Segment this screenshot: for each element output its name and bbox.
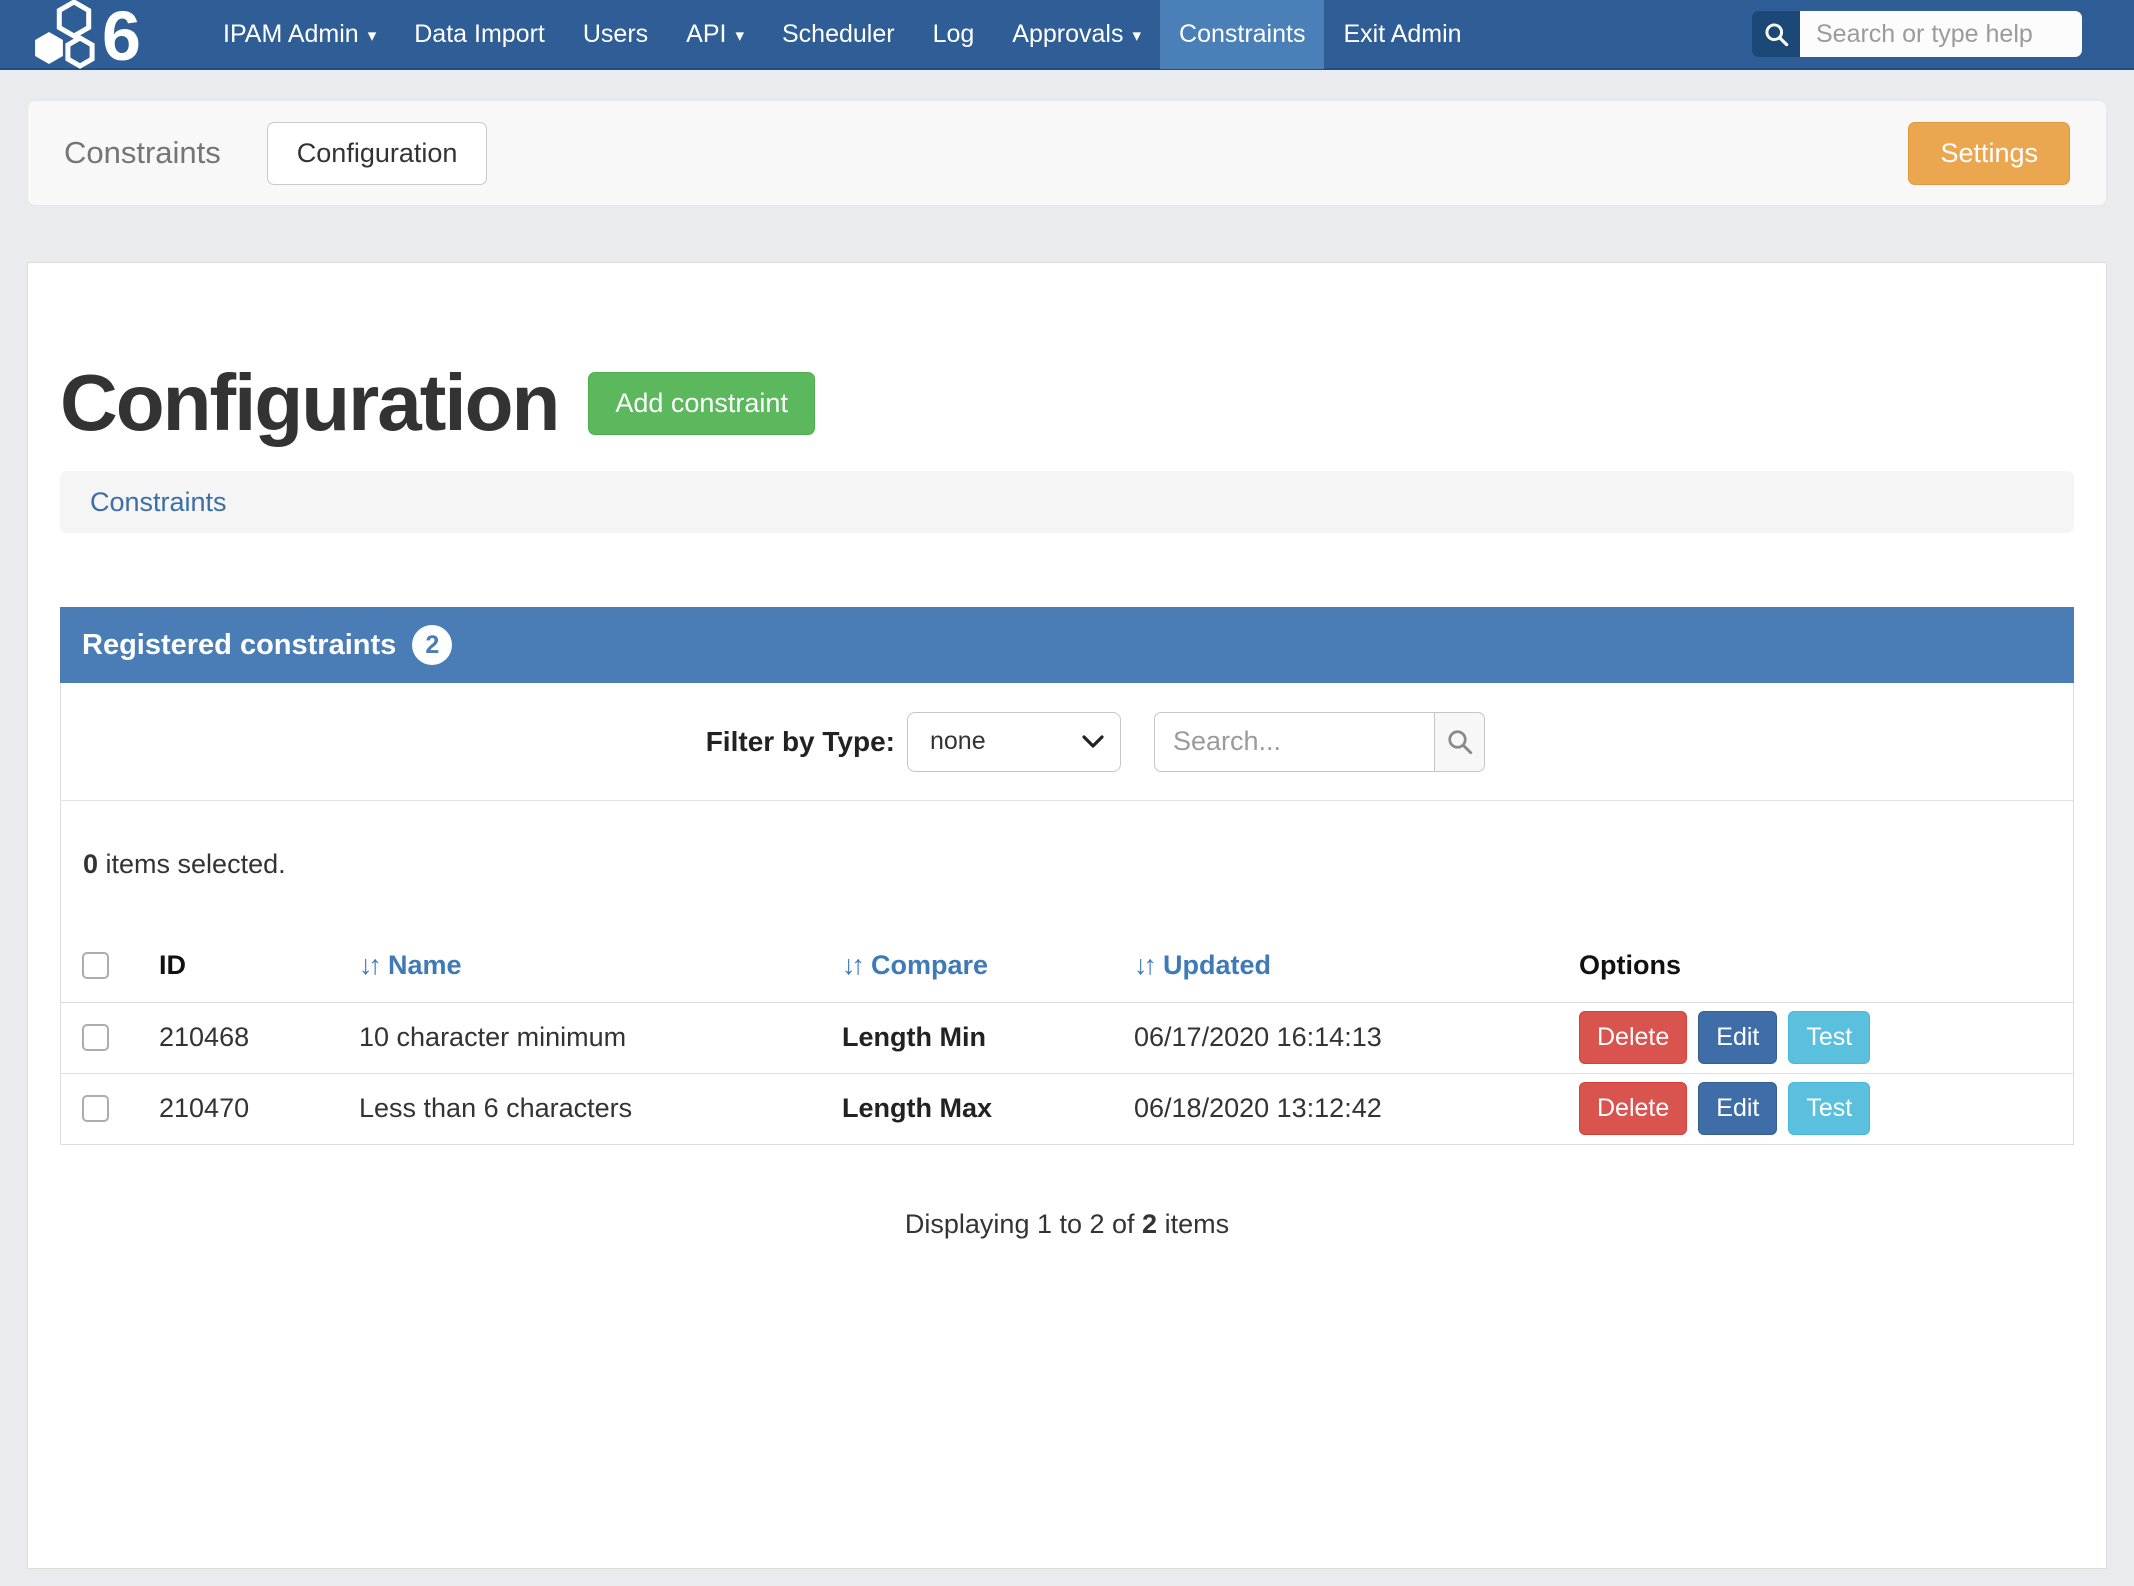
nav-item-label: Scheduler — [782, 20, 895, 49]
test-button[interactable]: Test — [1788, 1082, 1870, 1135]
panel-title: Registered constraints — [82, 629, 396, 662]
nav-item-label: Exit Admin — [1343, 20, 1461, 49]
global-search — [1752, 11, 2082, 57]
edit-button[interactable]: Edit — [1698, 1082, 1777, 1135]
column-header-label: Updated — [1163, 950, 1271, 980]
nav-item-data-import[interactable]: Data Import — [395, 0, 564, 69]
chevron-down-icon: ▾ — [735, 26, 744, 46]
table-row: 210470 Less than 6 characters Length Max… — [61, 1073, 2073, 1144]
nav-item-label: Users — [583, 20, 648, 49]
page-header-card: Constraints Configuration Settings — [27, 100, 2107, 206]
nav-item-label: API — [686, 20, 726, 49]
nav-item-label: Approvals — [1012, 20, 1123, 49]
type-filter-select[interactable]: none — [907, 712, 1121, 772]
cell-compare: Length Max — [832, 1073, 1124, 1144]
pagination-prefix: Displaying 1 to 2 of — [905, 1209, 1142, 1239]
nav-item-constraints[interactable]: Constraints — [1160, 0, 1324, 69]
chevron-down-icon — [1082, 735, 1104, 749]
table-header-row: ID ↓↑ Name ↓↑ Compare ↓↑ Updated Options — [61, 930, 2073, 1002]
sort-icon: ↓↑ — [1134, 950, 1153, 980]
nav-item-exit-admin[interactable]: Exit Admin — [1324, 0, 1480, 69]
column-header-name[interactable]: ↓↑ Name — [349, 930, 832, 1002]
nav-item-api[interactable]: API ▾ — [667, 0, 763, 69]
count-badge: 2 — [412, 625, 452, 665]
selected-count-number: 0 — [83, 849, 98, 879]
chevron-down-icon: ▾ — [1132, 26, 1141, 46]
configuration-tab-button[interactable]: Configuration — [267, 122, 488, 185]
table-search-button[interactable] — [1435, 712, 1485, 772]
table-row: 210468 10 character minimum Length Min 0… — [61, 1002, 2073, 1073]
app-logo[interactable]: 6 — [28, 0, 178, 69]
nav-item-label: Data Import — [414, 20, 545, 49]
constraints-table: ID ↓↑ Name ↓↑ Compare ↓↑ Updated Options 21… — [61, 930, 2073, 1144]
panel-header: Registered constraints 2 — [60, 607, 2074, 683]
delete-button[interactable]: Delete — [1579, 1011, 1687, 1064]
cell-name: 10 character minimum — [349, 1002, 832, 1073]
add-constraint-button[interactable]: Add constraint — [588, 372, 815, 435]
selected-count-status: 0 items selected. — [61, 801, 2073, 930]
cell-updated: 06/17/2020 16:14:13 — [1124, 1002, 1569, 1073]
global-search-input[interactable] — [1800, 11, 2082, 57]
settings-button[interactable]: Settings — [1908, 122, 2070, 185]
nav-menu: IPAM Admin ▾ Data Import Users API ▾ Sched… — [204, 0, 1481, 69]
nav-item-log[interactable]: Log — [914, 0, 994, 69]
row-checkbox[interactable] — [82, 1095, 109, 1122]
column-header-id: ID — [149, 930, 349, 1002]
panel-body: Filter by Type: none — [60, 683, 2074, 1145]
global-search-button[interactable] — [1752, 11, 1800, 57]
select-all-checkbox[interactable] — [82, 952, 109, 979]
nav-item-label: Constraints — [1179, 20, 1305, 49]
column-header-options: Options — [1569, 930, 2073, 1002]
cell-id: 210468 — [149, 1002, 349, 1073]
chevron-down-icon: ▾ — [368, 26, 377, 46]
row-actions: Delete Edit Test — [1579, 1011, 2073, 1064]
type-filter-value: none — [930, 727, 986, 756]
filter-row: Filter by Type: none — [61, 683, 2073, 801]
sort-icon: ↓↑ — [842, 950, 861, 980]
row-actions: Delete Edit Test — [1579, 1082, 2073, 1135]
cell-compare: Length Min — [832, 1002, 1124, 1073]
sort-icon: ↓↑ — [359, 950, 378, 980]
nav-item-label: Log — [933, 20, 975, 49]
nav-item-label: IPAM Admin — [223, 20, 359, 49]
search-icon — [1763, 21, 1790, 48]
column-header-label: Name — [388, 950, 462, 980]
pagination-count: 2 — [1142, 1209, 1157, 1239]
column-header-label: Compare — [871, 950, 988, 980]
nav-item-approvals[interactable]: Approvals ▾ — [993, 0, 1160, 69]
registered-constraints-panel: Registered constraints 2 Filter by Type:… — [60, 607, 2074, 1240]
pagination-suffix: items — [1157, 1209, 1229, 1239]
top-navbar: 6 IPAM Admin ▾ Data Import Users API ▾ Sch… — [0, 0, 2134, 70]
logo-six-text: 6 — [102, 0, 141, 69]
column-header-compare[interactable]: ↓↑ Compare — [832, 930, 1124, 1002]
test-button[interactable]: Test — [1788, 1011, 1870, 1064]
cell-id: 210470 — [149, 1073, 349, 1144]
cell-updated: 06/18/2020 13:12:42 — [1124, 1073, 1569, 1144]
search-icon — [1445, 727, 1475, 757]
pagination-status: Displaying 1 to 2 of 2 items — [60, 1209, 2074, 1240]
row-checkbox[interactable] — [82, 1024, 109, 1051]
nav-item-scheduler[interactable]: Scheduler — [763, 0, 914, 69]
breadcrumb-constraints-link[interactable]: Constraints — [90, 487, 227, 518]
filter-by-type-label: Filter by Type: — [706, 726, 895, 758]
delete-button[interactable]: Delete — [1579, 1082, 1687, 1135]
configuration-heading: Configuration — [60, 359, 558, 447]
nav-item-ipam-admin[interactable]: IPAM Admin ▾ — [204, 0, 395, 69]
table-search-input[interactable] — [1154, 712, 1435, 772]
column-header-updated[interactable]: ↓↑ Updated — [1124, 930, 1569, 1002]
page-title: Constraints — [64, 135, 221, 171]
selected-count-text: items selected. — [98, 849, 286, 879]
breadcrumb: Constraints — [60, 471, 2074, 533]
edit-button[interactable]: Edit — [1698, 1011, 1777, 1064]
nav-item-users[interactable]: Users — [564, 0, 667, 69]
cell-name: Less than 6 characters — [349, 1073, 832, 1144]
main-content-card: Configuration Add constraint Constraints… — [27, 262, 2107, 1569]
table-search-group — [1154, 712, 1485, 772]
heading-row: Configuration Add constraint — [60, 263, 2074, 447]
hexagons-logo-icon: 6 — [28, 0, 178, 69]
